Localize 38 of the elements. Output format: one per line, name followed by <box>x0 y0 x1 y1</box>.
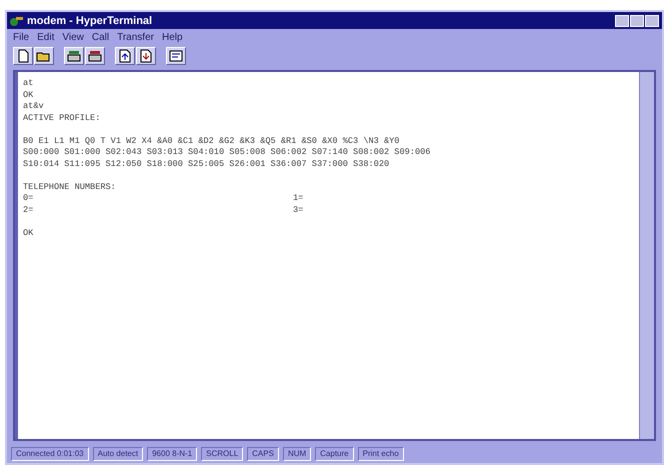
terminal-line: TELEPHONE NUMBERS: <box>23 180 117 193</box>
minimize-button[interactable] <box>615 14 629 26</box>
menu-item[interactable]: Help <box>162 32 183 43</box>
status-panel: Connected 0:01:03 <box>11 447 89 461</box>
terminal-line: S00:000 S01:000 S02:043 S03:013 S04:010 S05:008 S06:002 S07:140 S08:002 S09:006 <box>23 147 430 158</box>
properties-icon[interactable] <box>166 47 186 65</box>
terminal-line: OK <box>23 226 34 239</box>
status-panel: SCROLL <box>201 447 244 461</box>
close-button[interactable] <box>645 14 659 26</box>
upload-icon[interactable] <box>115 47 135 65</box>
menu-item[interactable]: Call <box>92 32 110 43</box>
maximize-button[interactable] <box>630 14 644 26</box>
download-icon[interactable] <box>136 47 156 65</box>
menu-item[interactable]: File <box>13 32 30 43</box>
terminal-line: OK <box>23 90 34 101</box>
terminal-line: ACTIVE PROFILE: <box>23 112 102 124</box>
menu-item[interactable]: View <box>62 32 84 43</box>
terminal-line: 2= <box>23 204 34 216</box>
menu-item[interactable]: Edit <box>37 32 54 43</box>
status-panel: CAPS <box>247 447 279 461</box>
terminal-line: 3= <box>293 204 304 216</box>
terminal-line: 0= <box>23 193 34 204</box>
menu-item[interactable]: Transfer <box>117 32 154 43</box>
terminal-line: at <box>23 78 34 90</box>
status-panel: Auto detect <box>92 447 144 461</box>
document-icon[interactable] <box>13 47 33 65</box>
status-panel: 9600 8-N-1 <box>147 447 198 461</box>
window-title: modem - HyperTerminal <box>27 14 154 26</box>
status-panel: NUM <box>282 447 312 461</box>
status-panel: Print echo <box>358 447 404 461</box>
phone-hangup-icon[interactable] <box>85 47 105 65</box>
terminal-line: at&v <box>23 101 45 112</box>
folder-icon[interactable] <box>34 47 54 65</box>
terminal-line: 1= <box>293 193 304 204</box>
scrollbar[interactable] <box>639 72 654 439</box>
terminal-line: S10:014 S11:095 S12:050 S18:000 S25:005 S26:001 S36:007 S37:000 S38:020 <box>23 158 390 170</box>
terminal-line: B0 E1 L1 M1 Q0 T V1 W2 X4 &A0 &C1 &D2 &G2 &K3 &Q5 &R1 &S0 &X0 %C3 \N3 &Y0 <box>23 134 400 147</box>
status-panel: Capture <box>315 447 354 461</box>
